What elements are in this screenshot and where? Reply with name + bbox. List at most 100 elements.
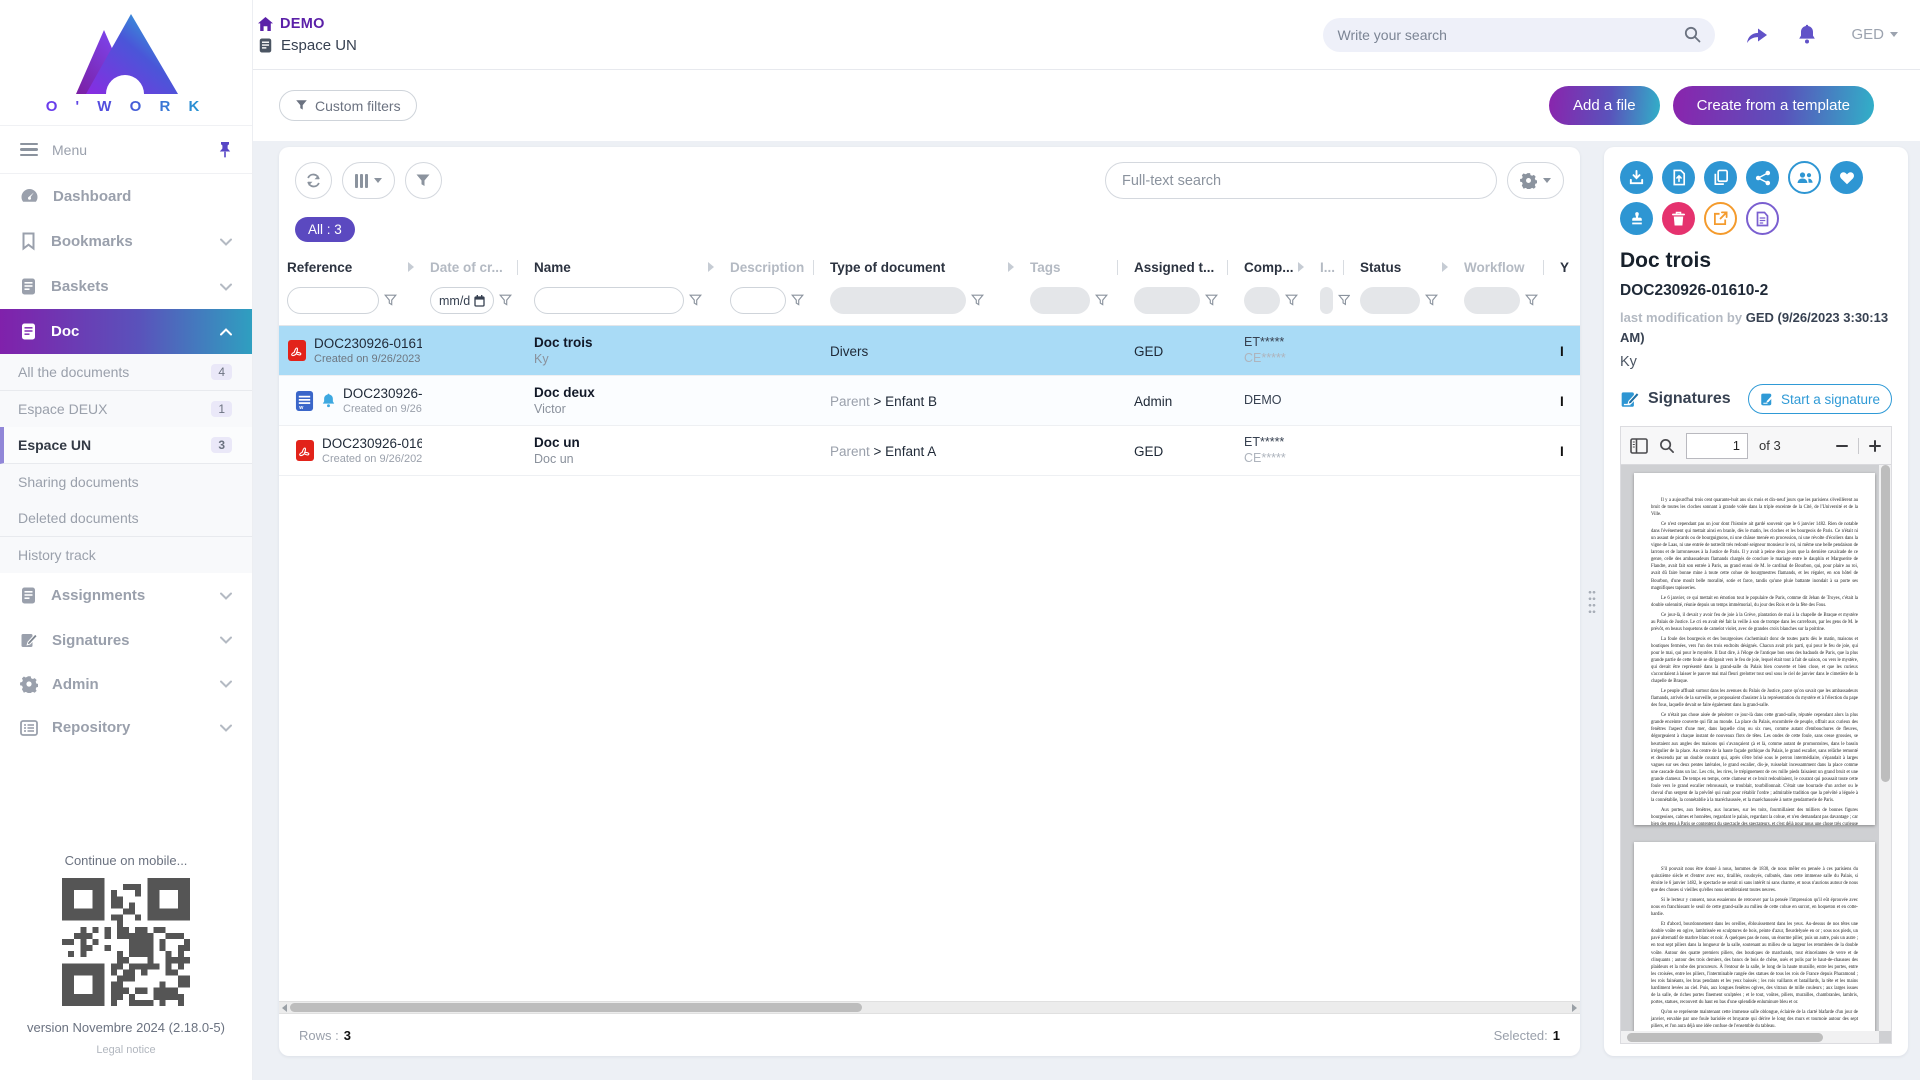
col-date[interactable]: Date of cr... [422,252,526,282]
document-properties-button[interactable] [1746,202,1779,235]
funnel-outline-icon[interactable] [791,294,804,307]
col-name[interactable]: Name [526,252,722,282]
col-description[interactable]: Description [722,252,822,282]
user-menu[interactable]: GED [1851,26,1898,43]
table-row[interactable]: DOC230926-01610-2 Created on 9/26/2023 3… [279,326,1580,376]
fulltext-search[interactable] [1105,162,1497,199]
search-icon[interactable] [1684,26,1701,43]
sidebar-item-sharing-documents[interactable]: Sharing documents [0,464,252,500]
page-number-input[interactable] [1686,433,1748,459]
sidebar-item-doc[interactable]: Doc [0,309,252,354]
sidebar-item-espace-deux[interactable]: Espace DEUX 1 [0,391,252,427]
zoom-in-icon[interactable] [1868,439,1882,453]
table-settings-button[interactable] [1507,162,1564,199]
start-signature-button[interactable]: Start a signature [1748,384,1892,414]
col-status[interactable]: Status [1352,252,1456,282]
filter-date-input[interactable]: mm/d [430,287,494,314]
col-i[interactable]: I... [1312,252,1352,282]
funnel-outline-icon[interactable] [1205,294,1218,307]
scrollbar-thumb[interactable] [1627,1033,1823,1042]
col-type[interactable]: Type of document [822,252,1022,282]
rows-count: 3 [344,1028,351,1043]
sidebar-item-bookmarks[interactable]: Bookmarks [0,219,252,264]
funnel-outline-icon[interactable] [1525,294,1538,307]
filter-tab-all[interactable]: All : 3 [295,217,355,242]
sidebar-item-history-track[interactable]: History track [0,537,252,573]
sidebar-item-espace-un[interactable]: Espace UN 3 [0,427,252,464]
sidebar-nav: Dashboard Bookmarks Baskets Doc All the … [0,174,252,749]
col-y[interactable]: Y [1552,252,1580,282]
add-file-button[interactable]: Add a file [1549,86,1660,125]
filter-reference-input[interactable] [287,287,379,314]
col-tags[interactable]: Tags [1022,252,1126,282]
stamp-icon [1629,211,1645,227]
legal-notice-link[interactable]: Legal notice [0,1044,252,1070]
col-reference[interactable]: Reference [279,252,422,282]
upload-version-button[interactable] [1662,161,1695,194]
delete-button[interactable] [1662,202,1695,235]
copy-button[interactable] [1704,161,1737,194]
sidebar-item-deleted-documents[interactable]: Deleted documents [0,500,252,537]
sidebar-item-admin[interactable]: Admin [0,662,252,706]
panel-splitter[interactable] [1580,147,1604,1056]
zoom-out-icon[interactable] [1835,439,1849,453]
sidebar-item-repository[interactable]: Repository [0,706,252,749]
stamp-button[interactable] [1620,202,1653,235]
scroll-right-icon[interactable] [1572,1004,1577,1012]
funnel-outline-icon[interactable] [1095,294,1108,307]
viewer-search-icon[interactable] [1659,438,1675,454]
sidebar-toggle-icon[interactable] [1630,438,1648,454]
users-button[interactable] [1788,161,1821,194]
sidebar: O ' W O R K Menu Dashboard Bookmarks Bas… [0,0,253,1080]
share-button[interactable] [1746,161,1779,194]
favorite-button[interactable] [1830,161,1863,194]
scrollbar-thumb[interactable] [1881,465,1890,782]
sidebar-item-assignments[interactable]: Assignments [0,573,252,618]
table-horizontal-scrollbar[interactable] [279,1001,1580,1014]
pdf-horizontal-scrollbar[interactable] [1621,1031,1879,1043]
open-external-button[interactable] [1704,202,1737,235]
calendar-icon[interactable] [474,295,485,307]
sidebar-item-baskets[interactable]: Baskets [0,264,252,309]
pin-icon[interactable] [218,141,232,158]
col-workflow[interactable]: Workflow [1456,252,1552,282]
fulltext-search-input[interactable] [1122,173,1480,189]
bell-icon[interactable] [1797,24,1817,46]
global-search[interactable] [1323,18,1715,52]
chevron-down-icon [220,592,232,600]
space-crumb[interactable]: Espace UN [258,37,357,54]
funnel-outline-icon[interactable] [971,294,984,307]
create-template-button[interactable]: Create from a template [1673,86,1874,125]
sidebar-item-dashboard[interactable]: Dashboard [0,174,252,219]
breadcrumb: DEMO Espace UN [253,16,357,54]
funnel-outline-icon[interactable] [1425,294,1438,307]
sidebar-item-all-documents[interactable]: All the documents 4 [0,354,252,391]
pdf-vertical-scrollbar[interactable] [1879,465,1891,1031]
share-arrow-icon[interactable] [1745,25,1769,45]
funnel-outline-icon[interactable] [499,294,512,307]
pdf-pages-area[interactable]: Il y a aujourd'hui trois cent quarante-h… [1621,465,1891,1043]
scrollbar-thumb[interactable] [290,1003,862,1012]
funnel-outline-icon[interactable] [1285,294,1298,307]
table-row[interactable]: w DOC230926-01609-0 Created on 9/26/2023… [279,376,1580,426]
scroll-left-icon[interactable] [282,1004,287,1012]
col-company[interactable]: Comp... [1236,252,1312,282]
sidebar-item-signatures[interactable]: Signatures [0,618,252,662]
filter-description-input[interactable] [730,287,786,314]
download-button[interactable] [1620,161,1653,194]
global-search-input[interactable] [1337,27,1684,43]
col-assigned[interactable]: Assigned t... [1126,252,1236,282]
filter-button[interactable] [405,162,442,199]
table-row[interactable]: DOC230926-01608-0 Created on 9/26/2023 3… [279,426,1580,476]
filter-name-input[interactable] [534,287,684,314]
funnel-outline-icon[interactable] [1338,294,1351,307]
workspace-crumb[interactable]: DEMO [258,16,357,32]
funnel-outline-icon[interactable] [384,294,397,307]
last-modified-label: last modification by [1620,310,1742,325]
refresh-button[interactable] [295,162,332,199]
columns-button[interactable] [342,162,395,199]
custom-filters-button[interactable]: Custom filters [279,90,417,121]
funnel-outline-icon[interactable] [689,294,702,307]
menu-toggle[interactable]: Menu [0,125,252,174]
doc-reference: DOC230926-01610-2 [314,336,414,351]
